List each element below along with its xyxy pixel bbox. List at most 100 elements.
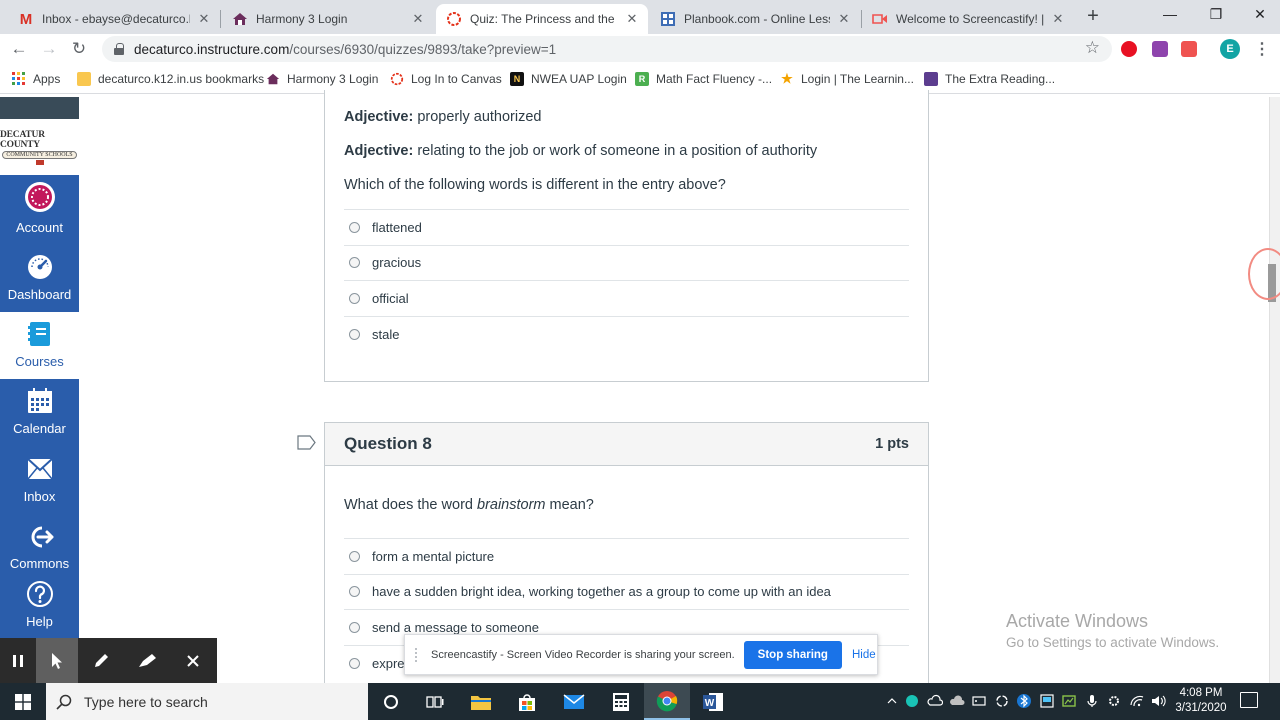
taskbar-clock[interactable]: 4:08 PM 3/31/2020	[1166, 686, 1236, 716]
bookmark-apps[interactable]: Apps	[12, 70, 60, 88]
nav-item-calendar[interactable]: Calendar	[0, 379, 79, 446]
reload-button[interactable]: ↻	[68, 38, 90, 60]
maximize-button[interactable]: ❐	[1194, 0, 1238, 30]
flag-question-icon[interactable]	[297, 435, 317, 450]
tab-screencastify[interactable]: Welcome to Screencastify! | Th... ✕	[862, 4, 1074, 34]
bookmark-star-icon[interactable]: ☆	[1085, 38, 1100, 58]
radio-button[interactable]	[349, 221, 360, 233]
volume-icon[interactable]	[1150, 693, 1166, 709]
bookmark-extra-reading[interactable]: The Extra Reading...	[924, 70, 1055, 88]
learning-icon: ★	[781, 71, 793, 86]
bluetooth-icon[interactable]	[1016, 693, 1032, 709]
nav-item-inbox[interactable]: Inbox	[0, 447, 79, 514]
answer-option[interactable]: flattened	[344, 210, 909, 246]
nav-item-courses[interactable]: Courses	[0, 312, 79, 379]
question-prompt: Which of the following words is differen…	[344, 177, 726, 193]
radio-button[interactable]	[349, 257, 360, 269]
close-tab-icon[interactable]: ✕	[196, 11, 212, 27]
vertical-scrollbar[interactable]	[1269, 97, 1280, 683]
wifi-icon[interactable]	[1129, 693, 1145, 709]
tray-network-drive-icon[interactable]	[971, 693, 987, 709]
answer-option[interactable]: have a sudden bright idea, working toget…	[344, 575, 909, 610]
radio-button[interactable]	[349, 550, 360, 562]
back-button[interactable]: ←	[8, 38, 30, 60]
answer-option[interactable]: official	[344, 281, 909, 317]
tray-cloud-icon[interactable]	[927, 693, 943, 709]
nav-item-help[interactable]: Help	[0, 572, 79, 639]
tray-onedrive-icon[interactable]	[949, 693, 965, 709]
windows-start-icon[interactable]	[0, 683, 46, 720]
answer-option[interactable]: form a mental picture	[344, 539, 909, 575]
profile-avatar[interactable]: E	[1220, 39, 1240, 59]
close-tab-icon[interactable]: ✕	[836, 11, 852, 27]
microphone-icon[interactable]	[1084, 693, 1100, 709]
radio-button[interactable]	[349, 657, 360, 669]
word-icon[interactable]: W	[690, 683, 736, 720]
chevron-up-icon[interactable]	[884, 693, 900, 709]
bookmark-canvas[interactable]: Log In to Canvas	[390, 70, 502, 88]
forward-button[interactable]: →	[38, 38, 60, 60]
screen-sharing-banner: Screencastify - Screen Video Recorder is…	[404, 634, 878, 675]
tab-harmony[interactable]: Harmony 3 Login ✕	[222, 4, 434, 34]
commons-icon	[26, 514, 54, 550]
screencastify-extension-icon[interactable]	[1181, 41, 1197, 57]
close-window-button[interactable]: ✕	[1238, 0, 1280, 30]
bookmark-learning[interactable]: ★ Login | The Learnin...	[780, 70, 914, 88]
pen-tool-icon[interactable]	[78, 638, 124, 683]
stop-sharing-button[interactable]: Stop sharing	[743, 640, 842, 669]
answer-option[interactable]: stale	[344, 317, 909, 353]
minimize-button[interactable]: —	[1148, 0, 1192, 30]
highlighter-tool-icon[interactable]	[124, 638, 170, 683]
tab-gmail[interactable]: M Inbox - ebayse@decaturco.k12... ✕	[8, 4, 220, 34]
tab-label: Welcome to Screencastify! | Th...	[896, 12, 1044, 26]
pause-icon[interactable]	[0, 638, 36, 683]
nav-item-commons[interactable]: Commons	[0, 514, 79, 581]
chrome-icon[interactable]	[644, 683, 690, 720]
notification-icon[interactable]	[1240, 692, 1258, 708]
mail-icon[interactable]	[551, 683, 597, 720]
bookmark-folder[interactable]: decaturco.k12.in.us bookmarks	[77, 70, 264, 88]
tray-gear-icon[interactable]	[1106, 693, 1122, 709]
bookmark-math-fact[interactable]: R Math Fact Fluency -...	[635, 70, 772, 88]
answer-option[interactable]: gracious	[344, 246, 909, 281]
close-toolbar-icon[interactable]	[170, 638, 216, 683]
tab-planbook[interactable]: Planbook.com - Online Lesson... ✕	[650, 4, 860, 34]
prompt-text: mean?	[545, 497, 594, 513]
answer-label: have a sudden bright idea, working toget…	[372, 584, 831, 600]
radio-button[interactable]	[349, 621, 360, 633]
bookmark-nwea[interactable]: N NWEA UAP Login	[510, 70, 627, 88]
new-tab-button[interactable]: +	[1082, 5, 1104, 27]
close-tab-icon[interactable]: ✕	[1050, 11, 1066, 27]
cortana-icon[interactable]	[368, 683, 414, 720]
tray-app-icon[interactable]	[904, 693, 920, 709]
hide-button[interactable]: Hide	[852, 649, 876, 661]
tab-quiz[interactable]: Quiz: The Princess and the Piz... ✕	[436, 4, 648, 34]
store-icon[interactable]	[504, 683, 550, 720]
nav-item-account[interactable]: Account	[0, 178, 79, 245]
nav-item-dashboard[interactable]: Dashboard	[0, 245, 79, 312]
close-tab-icon[interactable]: ✕	[624, 11, 640, 27]
question-points: 1 pts	[875, 436, 909, 452]
calculator-icon[interactable]	[598, 683, 644, 720]
close-tab-icon[interactable]: ✕	[410, 11, 426, 27]
puzzle-extension-icon[interactable]	[1152, 41, 1168, 57]
school-logo[interactable]: DECATUR COUNTY COMMUNITY SCHOOLS	[0, 119, 79, 175]
task-view-icon[interactable]	[412, 683, 458, 720]
taskbar-search-input[interactable]: Type here to search	[46, 683, 368, 720]
radio-button[interactable]	[349, 292, 360, 304]
menu-icon[interactable]: ⋮	[1254, 39, 1270, 59]
watermark-subtitle: Go to Settings to activate Windows.	[1006, 635, 1220, 650]
nav-label: Dashboard	[7, 287, 72, 302]
definition-2: Adjective: relating to the job or work o…	[344, 142, 909, 160]
radio-button[interactable]	[349, 328, 360, 340]
opera-extension-icon[interactable]	[1121, 41, 1137, 57]
cursor-tool-icon[interactable]	[36, 638, 78, 683]
tray-window-icon[interactable]	[1039, 693, 1055, 709]
file-explorer-icon[interactable]	[458, 683, 504, 720]
tray-sync-icon[interactable]	[994, 693, 1010, 709]
tray-green-icon[interactable]	[1061, 693, 1077, 709]
drag-handle-icon[interactable]	[415, 647, 423, 662]
radio-button[interactable]	[349, 586, 360, 598]
bookmark-harmony[interactable]: Harmony 3 Login	[266, 70, 378, 88]
address-bar[interactable]: decaturco.instructure.com/courses/6930/q…	[102, 36, 1112, 62]
